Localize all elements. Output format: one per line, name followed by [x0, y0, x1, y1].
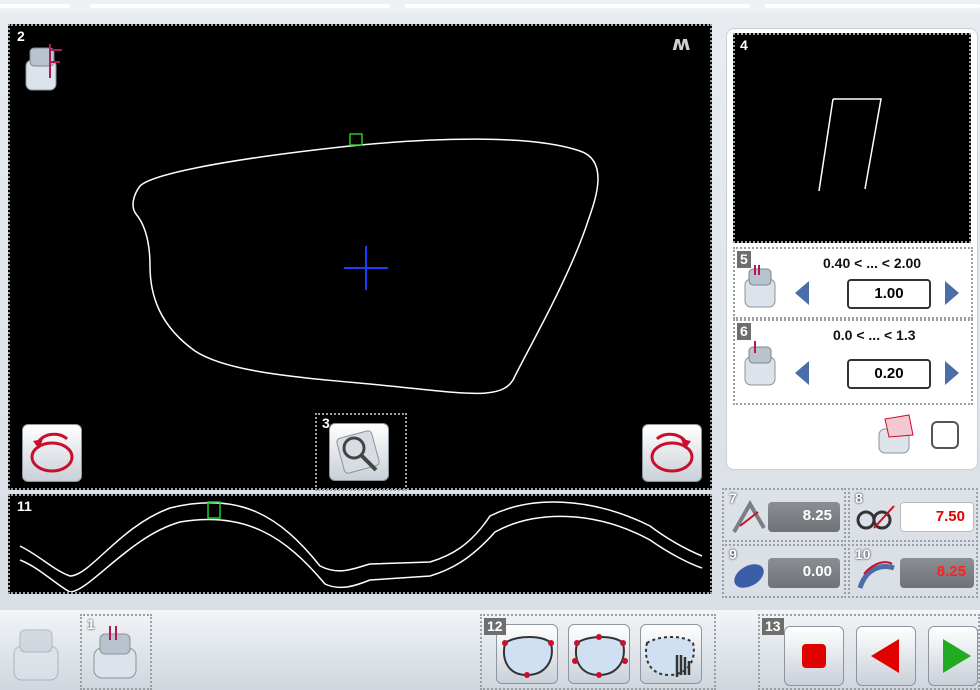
lens-hand-edit-icon [645, 636, 695, 677]
edger-profile-icon [741, 261, 785, 313]
lens-points-sides-button[interactable] [568, 624, 630, 684]
readout-9: 9 0.00 [722, 544, 846, 598]
bevel-outline [818, 98, 882, 192]
profile-number: 11 [17, 498, 32, 514]
stop-button[interactable] [784, 626, 844, 686]
center-crosshair [344, 246, 388, 290]
bevel-preview-canvas [818, 98, 882, 192]
param-6-range: 0.0 < ... < 1.3 [833, 327, 916, 343]
preview-number: 4 [740, 37, 748, 53]
main-view[interactable]: 2 ʍ 3 [8, 24, 712, 491]
tool-group: 3 [315, 413, 407, 491]
param-5-group: 5 0.40 < ... < 2.00 1.00 [733, 247, 973, 319]
ruler-profile-icon[interactable] [20, 38, 68, 96]
machine-home-icon [13, 629, 59, 681]
param-6-group: 6 0.0 < ... < 1.3 0.20 [733, 319, 973, 405]
rotate-right-button[interactable] [642, 424, 702, 482]
rotate-left-lens-icon [30, 432, 74, 473]
group-1-number: 1 [87, 616, 95, 632]
bottom-toolbar: 1 12 13 [0, 610, 980, 690]
back-button[interactable] [856, 626, 916, 686]
profile-outer-line [19, 501, 703, 577]
lens-bevel-icon [873, 411, 919, 459]
readout-9-value[interactable]: 0.00 [768, 558, 840, 588]
param-6-value-field[interactable]: 0.20 [847, 359, 931, 389]
readout-8-value[interactable]: 7.50 [900, 502, 974, 532]
glasses-symbol-icon: ʍ [672, 31, 690, 55]
increase-arrow-icon[interactable] [943, 279, 961, 307]
profile-inner-line [19, 515, 703, 592]
option-checkbox[interactable] [931, 421, 959, 449]
top-strip-segment [405, 4, 750, 8]
group-12: 12 [480, 614, 716, 690]
back-icon [871, 639, 899, 673]
profile-view: 11 [8, 494, 712, 594]
top-strip-segment [90, 4, 390, 8]
magnifier-tool-button[interactable] [329, 423, 389, 481]
readout-10-number: 10 [855, 546, 871, 562]
lens-points-sides-icon [572, 634, 628, 678]
machine-home-button[interactable] [8, 620, 70, 684]
readout-8: 8 7.50 [848, 488, 978, 542]
bevel-position-icon [741, 339, 785, 391]
top-strip-segment [0, 4, 70, 8]
start-icon [943, 639, 971, 673]
readout-10: 10 8.25 [848, 544, 978, 598]
decrease-arrow-icon[interactable] [793, 359, 811, 387]
preview-panel: 4 [733, 33, 971, 243]
readout-8-number: 8 [855, 490, 863, 506]
param-6-number: 6 [737, 323, 751, 340]
profile-canvas [19, 501, 703, 592]
profile-marker [207, 501, 221, 519]
main-view-number: 2 [17, 28, 25, 44]
lens-points-bottom-icon [502, 636, 554, 678]
top-strip [0, 0, 980, 12]
right-panel: 4 5 0.40 < ... < 2.00 1.00 6 0.0 < ... <… [726, 28, 978, 470]
group-12-number: 12 [484, 618, 506, 635]
rotate-left-button[interactable] [22, 424, 82, 482]
magnifier-tool-icon [336, 430, 380, 474]
top-marker [349, 133, 363, 146]
top-strip-segment [765, 4, 980, 8]
group-13: 13 [758, 614, 980, 690]
group-13-number: 13 [762, 618, 784, 635]
start-button[interactable] [928, 626, 978, 686]
increase-arrow-icon[interactable] [943, 359, 961, 387]
readout-7-number: 7 [729, 490, 737, 506]
rotate-right-lens-icon [650, 432, 694, 473]
param-5-range: 0.40 < ... < 2.00 [823, 255, 922, 271]
group-1: 1 [80, 614, 152, 690]
decrease-arrow-icon[interactable] [793, 279, 811, 307]
readout-7-value[interactable]: 8.25 [768, 502, 840, 532]
lens-hand-edit-button[interactable] [640, 624, 702, 684]
readout-7: 7 8.25 [722, 488, 846, 542]
readout-10-value[interactable]: 8.25 [900, 558, 974, 588]
readout-9-number: 9 [729, 546, 737, 562]
param-5-value-field[interactable]: 1.00 [847, 279, 931, 309]
stop-icon [802, 644, 826, 668]
tool-number: 3 [322, 415, 330, 431]
param-5-number: 5 [737, 251, 751, 268]
